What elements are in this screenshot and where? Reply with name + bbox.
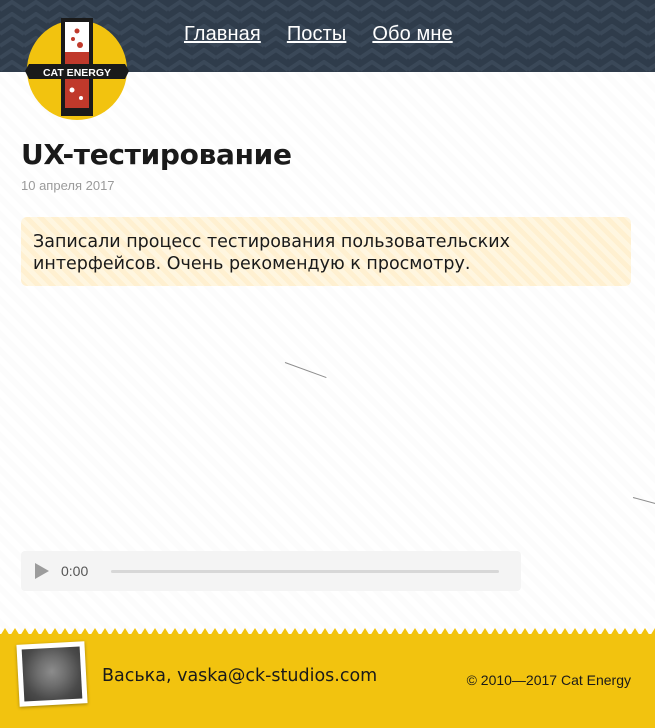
main-nav: Главная Посты Обо мне [184, 22, 479, 46]
audio-player: 0:00 [21, 551, 521, 591]
decorative-stroke [632, 497, 655, 505]
author-contact: Васька, vaska@ck-studios.com [102, 666, 378, 686]
copyright: © 2010—2017 Cat Energy [466, 672, 631, 688]
play-icon[interactable] [35, 563, 49, 579]
nav-link-home[interactable]: Главная [184, 22, 261, 46]
audio-current-time: 0:00 [61, 563, 89, 579]
author-avatar [16, 641, 88, 707]
zigzag-edge [0, 626, 655, 636]
audio-progress-track[interactable] [111, 570, 499, 573]
logo-text: CAT ENERGY [43, 67, 111, 79]
page-title: UX-тестирование [21, 138, 292, 171]
cat-photo [21, 646, 83, 702]
video-player[interactable] [21, 300, 633, 540]
nav-link-about[interactable]: Обо мне [372, 22, 452, 46]
post-description: Записали процесс тестирования пользовате… [21, 217, 631, 286]
nav-link-posts[interactable]: Посты [287, 22, 347, 46]
post-date: 10 апреля 2017 [21, 178, 115, 193]
cat-energy-logo[interactable]: CAT ENERGY [25, 14, 129, 122]
site-footer: Васька, vaska@ck-studios.com © 2010—2017… [0, 626, 655, 728]
